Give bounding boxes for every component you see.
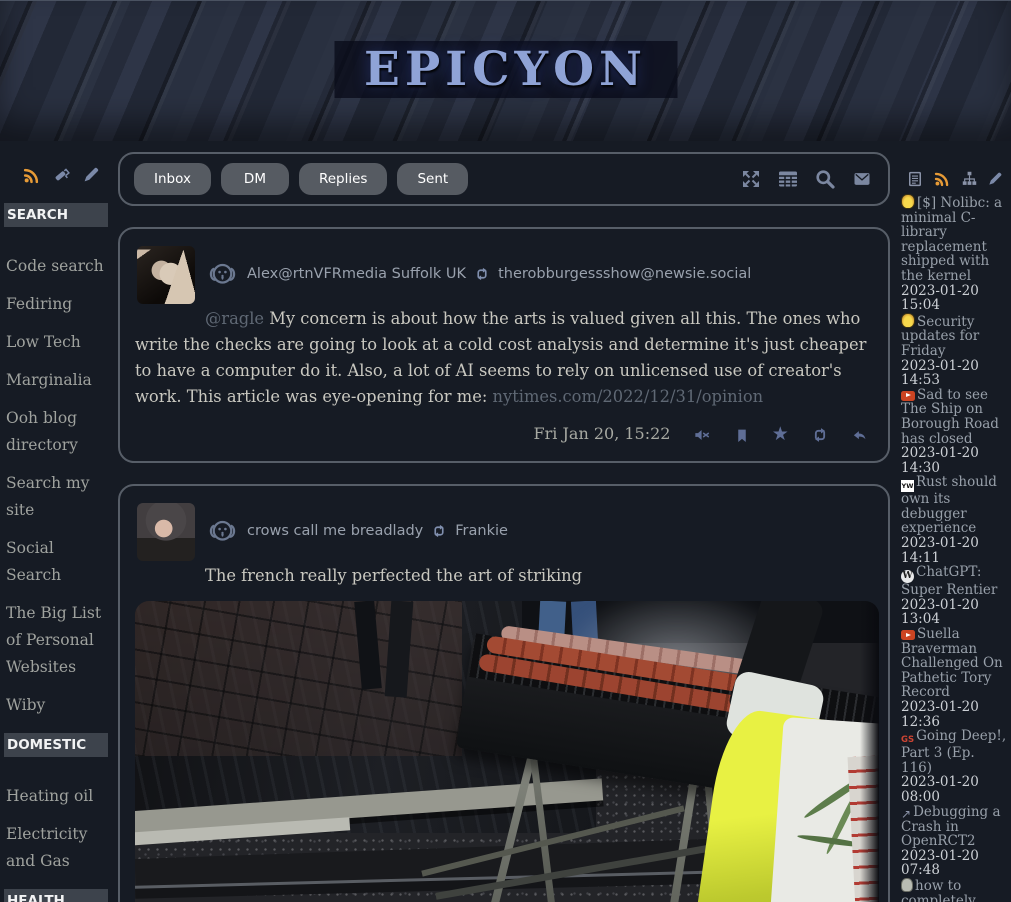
- sidebar-header-search: SEARCH: [4, 203, 108, 227]
- newswire-date: 2023-01-20 15:04: [901, 284, 1007, 313]
- newswire-item[interactable]: ↗Debugging a Crash in OpenRCT2 2023-01-2…: [901, 805, 1007, 878]
- reply-icon[interactable]: [851, 425, 869, 445]
- newswire-item[interactable]: GSGoing Deep!, Part 3 (Ep. 116) 2023-01-…: [901, 729, 1007, 804]
- newswire-document-icon[interactable]: [906, 168, 924, 187]
- sidebar-link[interactable]: Marginalia: [6, 367, 106, 394]
- mention-link[interactable]: @ragle: [205, 309, 264, 328]
- left-column-icons: [0, 140, 112, 189]
- tab-inbox[interactable]: Inbox: [134, 163, 211, 195]
- newswire-title: Suella Braverman Challenged On Pathetic …: [901, 626, 1003, 700]
- avatar[interactable]: [137, 246, 195, 304]
- tab-sent[interactable]: Sent: [397, 163, 468, 195]
- newswire-date: 2023-01-20 07:48: [901, 849, 1007, 878]
- sidebar-link[interactable]: Fediring: [6, 291, 106, 318]
- post-header: crows call me breadlady Frankie: [205, 501, 873, 561]
- lwn-penguin-icon: [901, 194, 915, 209]
- newswire-item[interactable]: how to completely own an airline in 3: [901, 878, 1007, 902]
- edit-newswire-pen-icon[interactable]: [987, 168, 1003, 187]
- newswire-title: Rust should own its debugger experience: [901, 474, 997, 536]
- youtube-icon: [901, 630, 915, 640]
- paint-roller-icon[interactable]: [52, 164, 72, 183]
- sidebar-link[interactable]: Search my site: [6, 470, 106, 524]
- categories-tree-icon[interactable]: [961, 168, 978, 187]
- newswire-title: Going Deep!, Part 3 (Ep. 116): [901, 728, 1006, 776]
- sidebar-header-domestic: DOMESTIC: [4, 733, 108, 757]
- newswire-date: 2023-01-20 14:30: [901, 446, 1007, 475]
- newswire-title: Debugging a Crash in OpenRCT2: [901, 804, 1001, 850]
- newswire-date: 2023-01-20 08:00: [901, 775, 1007, 804]
- newswire-title: Sad to see The Ship on Borough Road has …: [901, 387, 999, 447]
- tab-replies[interactable]: Replies: [299, 163, 388, 195]
- newswire-item[interactable]: [$] Nolibc: a minimal C-library replacem…: [901, 194, 1007, 313]
- site-title: EPICYON: [334, 41, 677, 98]
- post-footer: Fri Jan 20, 15:22 ★: [135, 424, 869, 445]
- dog-person-options-icon[interactable]: [205, 257, 240, 292]
- post-content: @ragle My concern is about how the arts …: [135, 306, 873, 410]
- sidebar-link[interactable]: Code search: [6, 253, 106, 280]
- newswire-date: 2023-01-20 13:04: [901, 598, 1007, 627]
- post-timestamp: Fri Jan 20, 15:22: [534, 424, 671, 443]
- newswire-item[interactable]: Suella Braverman Challenged On Pathetic …: [901, 627, 1007, 729]
- original-author-handle[interactable]: therobburgessshow@newsie.social: [498, 266, 751, 282]
- newswire-column: [$] Nolibc: a minimal C-library replacem…: [901, 152, 1007, 902]
- timeline-tabbar: Inbox DM Replies Sent: [118, 152, 890, 206]
- timeline-column: Inbox DM Replies Sent Alex@rtnVFRmedia S…: [118, 152, 890, 902]
- announcer-handle[interactable]: Alex@rtnVFRmedia Suffolk UK: [247, 266, 466, 282]
- boost-icon: [473, 265, 491, 283]
- newswire-title: ChatGPT: Super Rentier: [901, 564, 997, 598]
- sidebar-link[interactable]: Low Tech: [6, 329, 106, 356]
- repeat-boost-icon[interactable]: [810, 425, 830, 446]
- newswire-item[interactable]: YWRust should own its debugger experienc…: [901, 475, 1007, 565]
- expand-fullscreen-icon[interactable]: [739, 167, 763, 191]
- tab-dm[interactable]: DM: [221, 163, 289, 195]
- rss-icon[interactable]: [22, 164, 42, 183]
- newswire-item[interactable]: Security updates for Friday 2023-01-20 1…: [901, 313, 1007, 388]
- newswire-date: 2023-01-20 14:53: [901, 359, 1007, 388]
- photo-paving-slabs: [135, 601, 462, 756]
- timeline-toolbar: [739, 167, 874, 191]
- newswire-title: [$] Nolibc: a minimal C-library replacem…: [901, 195, 1002, 284]
- calendar-grid-icon[interactable]: [776, 167, 800, 191]
- photo-edge-shadow: [860, 601, 879, 902]
- sidebar-header-health: HEALTH: [4, 889, 108, 902]
- rss-icon[interactable]: [933, 168, 952, 187]
- post-card: crows call me breadlady Frankie The fren…: [118, 484, 890, 902]
- sidebar-link[interactable]: Heating oil: [6, 783, 106, 810]
- post-text: The french really perfected the art of s…: [205, 566, 582, 585]
- newswire-date: 2023-01-20 12:36: [901, 700, 1007, 729]
- search-icon[interactable]: [813, 167, 837, 191]
- edit-links-pen-icon[interactable]: [82, 164, 100, 183]
- avatar[interactable]: [137, 503, 195, 561]
- boost-icon: [430, 522, 448, 540]
- newswire-date: 2023-01-20 14:11: [901, 536, 1007, 565]
- post-content: The french really perfected the art of s…: [135, 563, 873, 589]
- sidebar-link[interactable]: Ooh blog directory: [6, 405, 106, 459]
- bookmark-icon[interactable]: [733, 425, 751, 445]
- sidebar-link[interactable]: Social Search: [6, 535, 106, 589]
- mute-icon[interactable]: [692, 425, 712, 446]
- announcer-handle[interactable]: crows call me breadlady: [247, 523, 423, 539]
- dog-person-options-icon[interactable]: [205, 514, 240, 549]
- sidebar-link[interactable]: Wiby: [6, 692, 106, 719]
- mascot-icon: [901, 878, 913, 892]
- attached-image-street-bbq[interactable]: [135, 601, 879, 902]
- lwn-penguin-icon: [901, 313, 915, 328]
- original-author-handle[interactable]: Frankie: [455, 523, 508, 539]
- like-star-icon[interactable]: ★: [772, 425, 789, 444]
- post-card: Alex@rtnVFRmedia Suffolk UK therobburges…: [118, 227, 890, 463]
- sidebar-link[interactable]: The Big List of Personal Websites: [6, 600, 106, 681]
- newswire-item[interactable]: WChatGPT: Super Rentier 2023-01-20 13:04: [901, 565, 1007, 627]
- sidebar-link[interactable]: Electricity and Gas: [6, 821, 106, 875]
- youtube-icon: [901, 391, 915, 401]
- left-column: SEARCH Code search Fediring Low Tech Mar…: [0, 140, 112, 902]
- epicyon-page: EPICYON SEARCH Code search Fediring Low …: [0, 0, 1011, 902]
- article-link[interactable]: nytimes.com/2022/12/31/opinion: [493, 387, 764, 406]
- newswire-icons: [901, 152, 1007, 194]
- newswire-title: how to completely own an airline in 3: [901, 878, 999, 902]
- banner-image[interactable]: EPICYON: [0, 0, 1011, 141]
- newswire-item[interactable]: Sad to see The Ship on Borough Road has …: [901, 388, 1007, 476]
- post-header: Alex@rtnVFRmedia Suffolk UK therobburges…: [205, 244, 873, 304]
- mail-icon[interactable]: [850, 169, 874, 190]
